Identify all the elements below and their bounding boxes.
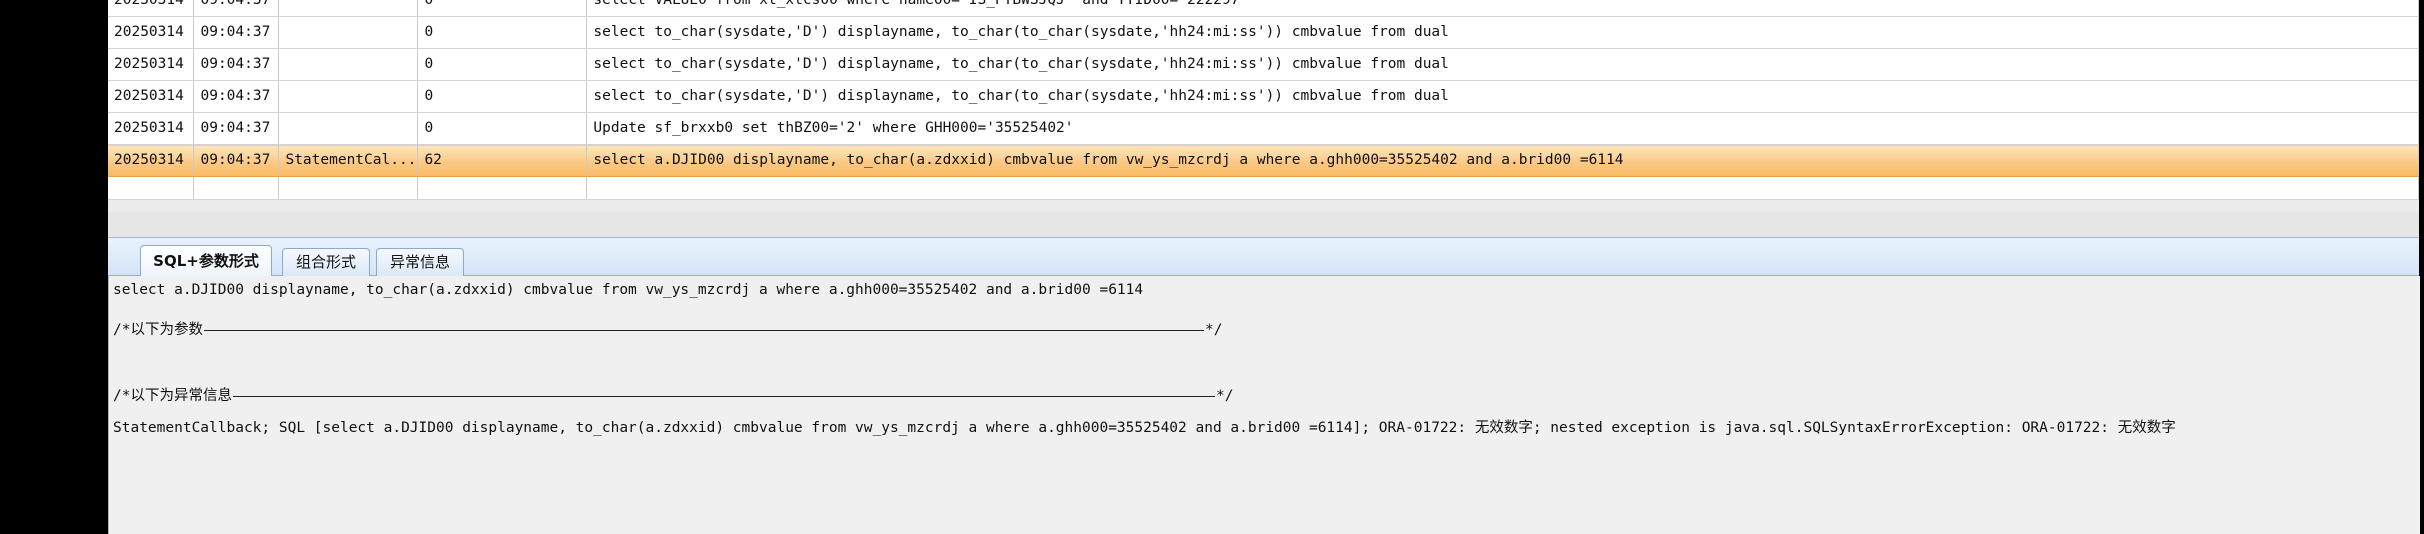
- table-row-empty: [108, 176, 2419, 200]
- cell-time: 09:04:37: [193, 48, 280, 81]
- table-row[interactable]: 20250314 09:04:37 0 Update sf_brxxb0 set…: [108, 112, 2419, 145]
- cell-time: 09:04:37: [193, 112, 280, 145]
- exception-end: */: [1215, 388, 1234, 404]
- cell-sql: select to_char(sysdate,'D') displayname,…: [586, 48, 2419, 81]
- tab-combined[interactable]: 组合形式: [282, 248, 370, 276]
- cell-date: 20250314: [108, 80, 195, 113]
- cell-type: [278, 80, 419, 113]
- cell-count: 0: [417, 80, 588, 113]
- sql-log-viewer: 20250314 09:04:37 0 select VALUE0 from x…: [0, 0, 2424, 534]
- cell-sql: select to_char(sysdate,'D') displayname,…: [586, 16, 2419, 49]
- params-divider: /*以下为参数 */: [113, 318, 1222, 339]
- cell-time: 09:04:37: [193, 0, 280, 17]
- sql-log-table: 20250314 09:04:37 0 select VALUE0 from x…: [108, 0, 2419, 200]
- exception-divider: /*以下为异常信息 */: [113, 384, 1233, 405]
- cell-sql: select a.DJID00 displayname, to_char(a.z…: [586, 144, 2419, 177]
- cell-count: 0: [417, 112, 588, 145]
- cell-type: [278, 48, 419, 81]
- cell-count: 0: [417, 48, 588, 81]
- table-row[interactable]: 20250314 09:04:37 0 select VALUE0 from x…: [108, 0, 2419, 17]
- cell-date: 20250314: [108, 48, 195, 81]
- exception-rule: [232, 395, 1215, 397]
- cell-date: 20250314: [108, 16, 195, 49]
- exception-header: /*以下为异常信息: [113, 388, 232, 404]
- cell-type: StatementCal...: [278, 144, 419, 177]
- tab-exception[interactable]: 异常信息: [376, 248, 464, 276]
- tab-sql-params[interactable]: SQL+参数形式: [140, 245, 272, 277]
- cell-type: [278, 0, 419, 17]
- params-rule: [203, 329, 1204, 331]
- detail-sql-text: select a.DJID00 displayname, to_char(a.z…: [113, 282, 1144, 298]
- cell-count: 0: [417, 0, 588, 17]
- table-row[interactable]: 20250314 09:04:37 0 select to_char(sysda…: [108, 16, 2419, 49]
- table-row-selected[interactable]: 20250314 09:04:37 StatementCal... 62 sel…: [108, 144, 2419, 177]
- left-black-border: [0, 0, 108, 534]
- cell-date: 20250314: [108, 144, 195, 177]
- exception-message: StatementCallback; SQL [select a.DJID00 …: [113, 420, 2176, 436]
- cell-count: 62: [417, 144, 588, 177]
- detail-tab-strip: SQL+参数形式 组合形式 异常信息: [108, 237, 2419, 277]
- cell-sql: select VALUE0 from xt_xtcs00 where name0…: [586, 0, 2419, 17]
- cell-count: 0: [417, 16, 588, 49]
- table-row[interactable]: 20250314 09:04:37 0 select to_char(sysda…: [108, 48, 2419, 81]
- cell-time: 09:04:37: [193, 16, 280, 49]
- cell-sql: Update sf_brxxb0 set thBZ00='2' where GH…: [586, 112, 2419, 145]
- sql-log-grid[interactable]: 20250314 09:04:37 0 select VALUE0 from x…: [108, 0, 2419, 237]
- cell-type: [278, 112, 419, 145]
- cell-time: 09:04:37: [193, 144, 280, 177]
- detail-text-panel[interactable]: select a.DJID00 displayname, to_char(a.z…: [108, 276, 2420, 534]
- table-row[interactable]: 20250314 09:04:37 0 select to_char(sysda…: [108, 80, 2419, 113]
- params-end: */: [1204, 322, 1223, 338]
- params-header: /*以下为参数: [113, 322, 203, 338]
- cell-date: 20250314: [108, 0, 195, 17]
- cell-date: 20250314: [108, 112, 195, 145]
- cell-time: 09:04:37: [193, 80, 280, 113]
- cell-sql: select to_char(sysdate,'D') displayname,…: [586, 80, 2419, 113]
- cell-type: [278, 16, 419, 49]
- grid-empty-area: [108, 212, 2419, 237]
